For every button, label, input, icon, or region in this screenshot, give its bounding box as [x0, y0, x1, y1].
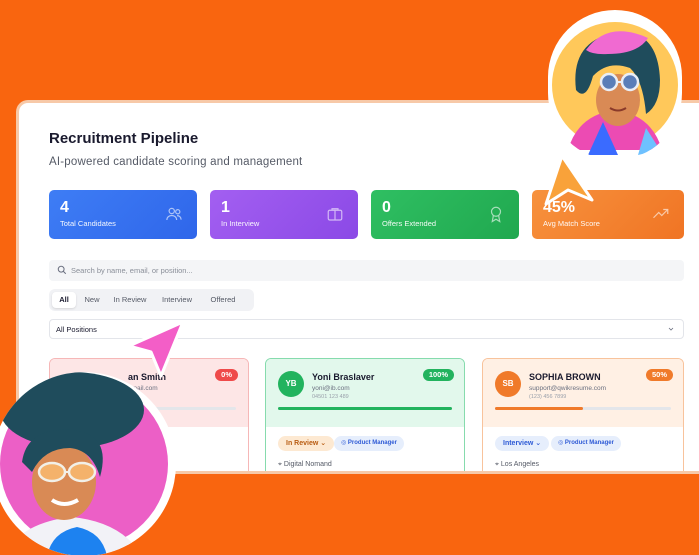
role-tag: ◎ Product Manager — [551, 436, 621, 451]
stat-label: Total Candidates — [60, 219, 116, 228]
stat-card-total-candidates[interactable]: 4 Total Candidates — [49, 190, 197, 239]
status-label: Interview — [503, 440, 534, 447]
match-score-bar — [278, 407, 452, 410]
status-tabs: All New In Review Interview Offered — [49, 289, 254, 311]
briefcase-icon — [327, 208, 343, 221]
card-header: YB Yoni Braslaver yoni@ib.com 04501 123 … — [266, 359, 464, 427]
search-input[interactable]: Search by name, email, or position... — [71, 266, 193, 275]
users-icon — [166, 207, 182, 221]
status-dropdown[interactable]: Interview ⌄ — [495, 436, 550, 451]
candidate-card[interactable]: SB SOPHIA BROWN support@qwikresume.com (… — [482, 358, 684, 471]
character-avatar-illustration — [548, 10, 682, 160]
role-label: Product Manager — [564, 440, 614, 446]
card-header: SB SOPHIA BROWN support@qwikresume.com (… — [483, 359, 683, 427]
tab-in-review[interactable]: In Review — [109, 292, 151, 308]
search-icon — [57, 265, 67, 275]
candidate-name: SOPHIA BROWN — [529, 372, 601, 382]
trending-up-icon — [653, 208, 669, 219]
role-tag: ◎ Product Manager — [334, 436, 404, 451]
match-score-badge: 50% — [645, 369, 673, 381]
candidate-location: ⌖ Digital Nomand — [278, 461, 332, 469]
match-score-bar — [495, 407, 671, 410]
tab-interview[interactable]: Interview — [155, 292, 199, 308]
page-title: Recruitment Pipeline — [49, 130, 199, 147]
status-label: In Review — [286, 440, 319, 447]
avatar: YB — [278, 371, 304, 397]
candidate-card[interactable]: YB Yoni Braslaver yoni@ib.com 04501 123 … — [265, 358, 465, 471]
position-filter-value: All Positions — [56, 325, 97, 334]
page-subtitle: AI-powered candidate scoring and managem… — [49, 156, 303, 168]
status-dropdown[interactable]: In Review ⌄ — [278, 436, 335, 451]
candidate-phone: 04501 123 489 — [312, 394, 349, 400]
search-box[interactable]: Search by name, email, or position... — [49, 260, 684, 281]
tab-new[interactable]: New — [79, 292, 105, 308]
cursor-pointer-icon — [127, 320, 185, 378]
location-label: Digital Nomand — [283, 461, 332, 468]
candidate-location: ⌖ Los Angeles — [495, 461, 539, 469]
award-icon — [490, 206, 502, 223]
stat-label: In Interview — [221, 219, 260, 228]
chevron-down-icon — [668, 327, 674, 331]
location-label: Los Angeles — [500, 461, 540, 468]
tab-all[interactable]: All — [52, 292, 76, 308]
candidate-phone: (123) 456 7899 — [529, 394, 567, 400]
avatar: SB — [495, 371, 521, 397]
stat-label: Avg Match Score — [543, 219, 600, 228]
match-score-badge: 100% — [422, 369, 454, 381]
location-pin-icon: ⌖ — [278, 461, 282, 468]
location-pin-icon: ⌖ — [495, 461, 499, 468]
character-avatar-illustration — [0, 372, 176, 555]
match-score-badge: 0% — [215, 369, 238, 381]
tab-offered[interactable]: Offered — [203, 292, 243, 308]
candidate-name: Yoni Braslaver — [312, 372, 375, 382]
stat-value: 1 — [221, 199, 230, 216]
stat-card-offers-extended[interactable]: 0 Offers Extended — [371, 190, 519, 239]
stat-label: Offers Extended — [382, 219, 437, 228]
cursor-pointer-icon — [544, 154, 594, 206]
stat-card-in-interview[interactable]: 1 In Interview — [210, 190, 358, 239]
stat-value: 0 — [382, 199, 391, 216]
candidate-email: yoni@ib.com — [312, 385, 350, 392]
role-label: Product Manager — [347, 440, 397, 446]
stat-value: 4 — [60, 199, 69, 216]
candidate-email: support@qwikresume.com — [529, 385, 607, 392]
